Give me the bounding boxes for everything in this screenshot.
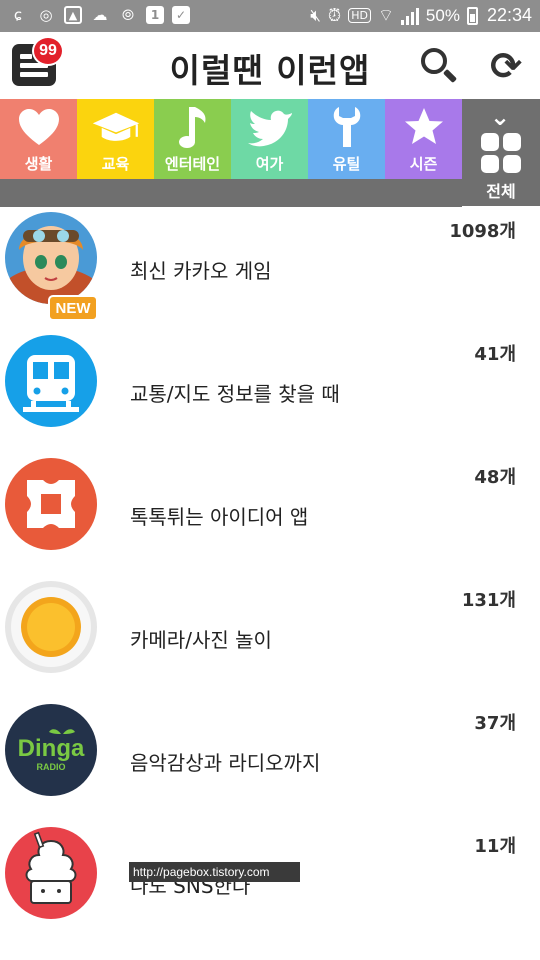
notification-badge: 99 bbox=[32, 36, 64, 66]
item-count: 41개 bbox=[474, 344, 516, 365]
tab-season[interactable]: 시즌 bbox=[385, 99, 462, 179]
list-item[interactable]: 11개 나도 SNS한다 bbox=[0, 822, 540, 945]
battery-icon bbox=[466, 6, 478, 25]
subway-icon bbox=[5, 335, 97, 427]
gallery-icon: ▲ bbox=[64, 6, 82, 24]
refresh-button[interactable]: ⟳ bbox=[486, 46, 526, 86]
item-name: 톡톡튀는 아이디어 앱 bbox=[130, 505, 309, 529]
battery-percent: 50% bbox=[425, 5, 460, 25]
tab-label: 교육 bbox=[101, 155, 130, 173]
status-left-icons: ɕ ◎ ▲ ☁ ⦾ 1 ✓ bbox=[8, 5, 190, 25]
tab-leisure[interactable]: 여가 bbox=[231, 99, 308, 179]
music-note-icon bbox=[168, 105, 218, 149]
idea-app-icon bbox=[5, 458, 97, 550]
item-count: 1098개 bbox=[449, 221, 516, 242]
search-icon bbox=[421, 48, 447, 74]
item-count: 48개 bbox=[474, 467, 516, 488]
tab-life[interactable]: 생활 bbox=[0, 99, 77, 179]
hd-icon: HD bbox=[348, 8, 371, 23]
camera-lens-icon bbox=[5, 581, 97, 673]
list-item[interactable]: NEW 1098개 최신 카카오 게임 bbox=[0, 207, 540, 330]
o-icon: ◎ bbox=[39, 6, 53, 24]
item-name: 최신 카카오 게임 bbox=[130, 259, 272, 283]
game-character-thumbnail bbox=[5, 212, 97, 304]
category-list: NEW 1098개 최신 카카오 게임 41개 교통/지도 정보를 찾을 때 4… bbox=[0, 207, 540, 945]
graduation-cap-icon bbox=[91, 105, 141, 149]
tab-underline-strip bbox=[0, 179, 462, 207]
item-count: 37개 bbox=[474, 713, 516, 734]
list-item[interactable]: 131개 카메라/사진 놀이 bbox=[0, 576, 540, 699]
item-count: 131개 bbox=[461, 590, 516, 611]
chevron-down-icon: ⌄ bbox=[490, 103, 511, 131]
status-right-icons: 🔇︎ ⏰︎ HD ⌔ 50% 22:34 bbox=[310, 5, 532, 26]
bag-icon: ✓ bbox=[172, 6, 190, 24]
g-icon: ɕ bbox=[13, 6, 23, 24]
status-bar: ɕ ◎ ▲ ☁ ⦾ 1 ✓ 🔇︎ ⏰︎ HD ⌔ 50% 22:34 bbox=[0, 0, 540, 32]
signal-icon bbox=[400, 7, 419, 25]
tab-label: 엔터테인 bbox=[164, 155, 221, 173]
heart-icon bbox=[14, 105, 64, 149]
dinga-logo-text: Dinga bbox=[18, 735, 85, 762]
wrench-icon bbox=[322, 105, 372, 149]
radio-logo-text: RADIO bbox=[37, 762, 66, 772]
watermark-url: http://pagebox.tistory.com bbox=[129, 862, 300, 882]
item-name: 음악감상과 라디오까지 bbox=[130, 751, 321, 775]
list-item[interactable]: 41개 교통/지도 정보를 찾을 때 bbox=[0, 330, 540, 453]
new-badge: NEW bbox=[48, 295, 98, 321]
tab-education[interactable]: 교육 bbox=[77, 99, 154, 179]
tab-label: 여가 bbox=[255, 155, 284, 173]
alarm-icon: ⏰︎ bbox=[327, 5, 342, 26]
list-item[interactable]: Dinga RADIO 37개 음악감상과 라디오까지 bbox=[0, 699, 540, 822]
ice-cream-icon bbox=[5, 827, 97, 919]
page-title: 이럴땐 이런앱 bbox=[169, 51, 371, 90]
tab-all[interactable]: ⌄ 전체 bbox=[462, 99, 540, 206]
item-count: 11개 bbox=[474, 836, 516, 857]
wifi-calling-icon: ⦾ bbox=[121, 6, 134, 24]
tab-entertainment[interactable]: 엔터테인 bbox=[154, 99, 231, 179]
category-tabs: 생활 교육 엔터테인 여가 유틸 시즌 ⌄ 전체 bbox=[0, 99, 540, 206]
cloud-icon: ☁ bbox=[92, 6, 108, 24]
one-icon: 1 bbox=[146, 6, 164, 24]
item-name: 카메라/사진 놀이 bbox=[130, 628, 272, 652]
mute-icon: 🔇︎ bbox=[310, 5, 321, 26]
app-header: 99 이럴땐 이런앱 ⟳ bbox=[0, 32, 540, 99]
tab-label: 시즌 bbox=[409, 155, 438, 173]
refresh-icon: ⟳ bbox=[490, 44, 522, 88]
tab-all-label: 전체 bbox=[486, 182, 516, 201]
list-item[interactable]: 48개 톡톡튀는 아이디어 앱 bbox=[0, 453, 540, 576]
status-time: 22:34 bbox=[486, 5, 532, 25]
dinga-radio-logo: Dinga RADIO bbox=[5, 704, 97, 796]
search-button[interactable] bbox=[418, 46, 458, 86]
item-name: 교통/지도 정보를 찾을 때 bbox=[130, 382, 340, 406]
bird-icon bbox=[245, 105, 295, 149]
tab-label: 유틸 bbox=[332, 155, 361, 173]
tab-utility[interactable]: 유틸 bbox=[308, 99, 385, 179]
wifi-icon: ⌔ bbox=[377, 6, 394, 26]
tab-label: 생활 bbox=[24, 155, 53, 173]
grid-icon bbox=[481, 133, 521, 173]
star-icon bbox=[399, 105, 449, 149]
